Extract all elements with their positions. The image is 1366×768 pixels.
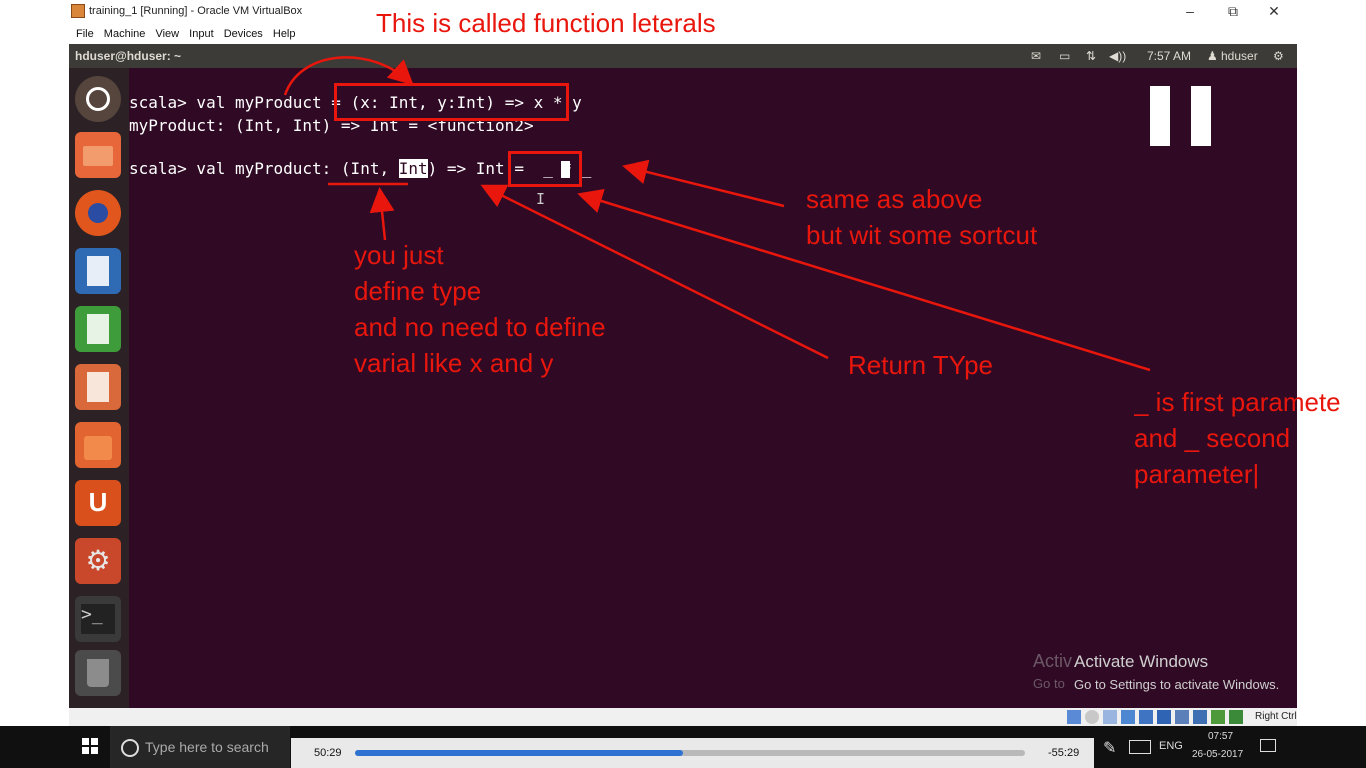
arrow-same-as-above <box>622 159 785 208</box>
annotation-params-line2: and _ second <box>1134 423 1291 453</box>
annotation-title: This is called function leterals <box>376 8 716 38</box>
arrow-title-curve <box>283 56 414 96</box>
annotation-params-line1: _ is first paramete <box>1134 387 1341 417</box>
annotation-define-type-line4: varial like x and y <box>354 348 554 378</box>
annotation-define-type-line2: define type <box>354 276 482 306</box>
annotation-same-as-above-line1: same as above <box>806 184 983 214</box>
arrow-define-type <box>369 187 395 241</box>
annotation-same-as-above-line2: but wit some sortcut <box>806 220 1038 250</box>
annotation-define-type-line1: you just <box>354 240 444 270</box>
annotation-params-line3: parameter| <box>1134 459 1260 489</box>
annotation-define-type-line3: and no need to define <box>354 312 606 342</box>
annotation-return-type: Return TYpe <box>848 350 994 380</box>
